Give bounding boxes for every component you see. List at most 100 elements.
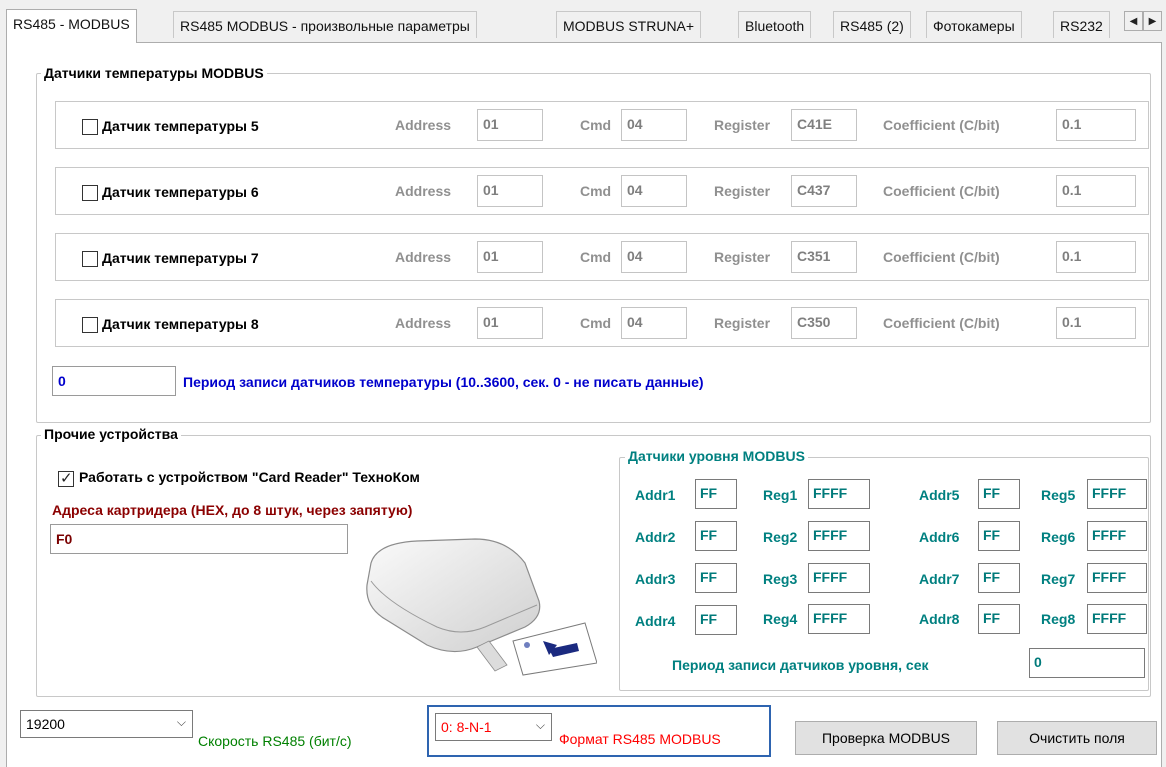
addr3-label: Addr3: [635, 571, 676, 587]
addr6-label: Addr6: [919, 529, 960, 545]
sensor-7-address-input[interactable]: 01: [477, 241, 543, 273]
cmd-label: Cmd: [580, 117, 612, 133]
reg5-input[interactable]: FFFF: [1087, 479, 1147, 509]
address-label: Address: [395, 315, 452, 331]
sensor-5-coefficient-input[interactable]: 0.1: [1056, 109, 1136, 141]
addr2-label: Addr2: [635, 529, 676, 545]
level-period-label: Период записи датчиков уровня, сек: [672, 657, 929, 673]
addr4-input[interactable]: FF: [695, 605, 737, 635]
reg6-label: Reg6: [1041, 529, 1076, 545]
addr8-input[interactable]: FF: [978, 604, 1020, 634]
sensor-8-checkbox[interactable]: [82, 317, 98, 333]
tab-content-panel: Датчики температуры MODBUS Датчик темпер…: [6, 42, 1162, 767]
rs485-format-select[interactable]: 0: 8-N-1 ⌵: [435, 713, 552, 741]
reg4-input[interactable]: FFFF: [808, 604, 870, 634]
address-label: Address: [395, 249, 452, 265]
card-address-input[interactable]: F0: [50, 524, 348, 554]
sensor-8-address-input[interactable]: 01: [477, 307, 543, 339]
coefficient-label: Coefficient (C/bit): [883, 249, 1000, 265]
sensor-6-coefficient-input[interactable]: 0.1: [1056, 175, 1136, 207]
sensor-7-label: Датчик температуры 7: [102, 250, 259, 266]
reg7-input[interactable]: FFFF: [1087, 563, 1147, 593]
tab-label: Bluetooth: [745, 18, 805, 34]
reg6-input[interactable]: FFFF: [1087, 521, 1147, 551]
cmd-label: Cmd: [580, 249, 612, 265]
card-reader-illustration: [366, 538, 597, 676]
tab-bar: RS485 - MODBUS RS485 MODBUS - произвольн…: [0, 0, 1166, 46]
addr1-input[interactable]: FF: [695, 479, 737, 509]
sensor-6-label: Датчик температуры 6: [102, 184, 259, 200]
tab-label: RS485 - MODBUS: [13, 16, 130, 32]
sensor-8-register-input[interactable]: C350: [791, 307, 857, 339]
tab-cameras[interactable]: Фотокамеры: [926, 11, 1022, 38]
addr5-label: Addr5: [919, 487, 960, 503]
tab-label: Фотокамеры: [933, 18, 1015, 34]
temperature-group-title: Датчики температуры MODBUS: [41, 65, 267, 81]
reg4-label: Reg4: [763, 611, 798, 627]
sensor-5-cmd-input[interactable]: 04: [621, 109, 687, 141]
check-modbus-button[interactable]: Проверка MODBUS: [795, 721, 977, 755]
reg1-input[interactable]: FFFF: [808, 479, 870, 509]
rs485-format-label: Формат RS485 MODBUS: [559, 731, 721, 747]
rs485-speed-value: 19200: [26, 716, 65, 732]
reg8-input[interactable]: FFFF: [1087, 604, 1147, 634]
coefficient-label: Coefficient (C/bit): [883, 183, 1000, 199]
clear-fields-button[interactable]: Очистить поля: [997, 721, 1157, 755]
rs485-speed-select[interactable]: 19200 ⌵: [20, 710, 193, 738]
addr5-input[interactable]: FF: [978, 479, 1020, 509]
temperature-period-input[interactable]: 0: [52, 366, 176, 396]
sensor-6-cmd-input[interactable]: 04: [621, 175, 687, 207]
card-address-label: Адреса картридера (HEX, до 8 штук, через…: [52, 502, 413, 518]
sensor-5-address-input[interactable]: 01: [477, 109, 543, 141]
register-label: Register: [714, 315, 771, 331]
sensor-5-checkbox[interactable]: [82, 119, 98, 135]
sensor-6-checkbox[interactable]: [82, 185, 98, 201]
tab-bluetooth[interactable]: Bluetooth: [738, 11, 812, 38]
reg8-label: Reg8: [1041, 611, 1076, 627]
coefficient-label: Coefficient (C/bit): [883, 315, 1000, 331]
rs485-speed-label: Скорость RS485 (бит/с): [198, 733, 352, 749]
reg3-input[interactable]: FFFF: [808, 563, 870, 593]
tab-rs485-custom-params[interactable]: RS485 MODBUS - произвольные параметры: [173, 11, 477, 38]
addr6-input[interactable]: FF: [978, 521, 1020, 551]
reg7-label: Reg7: [1041, 571, 1076, 587]
chevron-down-icon: ⌵: [535, 718, 545, 732]
sensor-8-coefficient-input[interactable]: 0.1: [1056, 307, 1136, 339]
sensor-row-7: Датчик температуры 7 Address 01 Cmd 04 R…: [55, 233, 1149, 281]
tab-rs485-2[interactable]: RS485 (2): [833, 11, 911, 38]
tab-rs232[interactable]: RS232: [1053, 11, 1110, 38]
card-reader-checkbox[interactable]: [58, 469, 74, 487]
addr7-input[interactable]: FF: [978, 563, 1020, 593]
sensor-7-checkbox[interactable]: [82, 251, 98, 267]
sensor-row-5: Датчик температуры 5 Address 01 Cmd 04 R…: [55, 101, 1149, 149]
sensor-5-register-input[interactable]: C41E: [791, 109, 857, 141]
addr4-label: Addr4: [635, 613, 676, 629]
other-devices-title: Прочие устройства: [41, 426, 181, 442]
arrow-left-icon[interactable]: ◀: [1124, 11, 1143, 31]
cmd-label: Cmd: [580, 315, 612, 331]
addr3-input[interactable]: FF: [695, 563, 737, 593]
reg5-label: Reg5: [1041, 487, 1076, 503]
sensor-7-cmd-input[interactable]: 04: [621, 241, 687, 273]
sensor-7-coefficient-input[interactable]: 0.1: [1056, 241, 1136, 273]
arrow-right-icon[interactable]: ▶: [1143, 11, 1162, 31]
coefficient-label: Coefficient (C/bit): [883, 117, 1000, 133]
sensor-7-register-input[interactable]: C351: [791, 241, 857, 273]
reg3-label: Reg3: [763, 571, 798, 587]
tab-label: RS485 MODBUS - произвольные параметры: [180, 18, 470, 34]
level-group-title: Датчики уровня MODBUS: [625, 448, 808, 464]
tab-label: RS232: [1060, 18, 1103, 34]
tab-label: MODBUS STRUNA+: [563, 18, 695, 34]
sensor-6-address-input[interactable]: 01: [477, 175, 543, 207]
rs485-format-value: 0: 8-N-1: [441, 719, 492, 735]
level-period-input[interactable]: 0: [1029, 648, 1145, 678]
card-reader-label: Работать с устройством "Card Reader" Тех…: [79, 469, 420, 485]
tab-modbus-struna[interactable]: MODBUS STRUNA+: [556, 11, 702, 38]
register-label: Register: [714, 117, 771, 133]
reg2-input[interactable]: FFFF: [808, 521, 870, 551]
sensor-8-cmd-input[interactable]: 04: [621, 307, 687, 339]
addr2-input[interactable]: FF: [695, 521, 737, 551]
sensor-6-register-input[interactable]: C437: [791, 175, 857, 207]
tab-rs485-modbus[interactable]: RS485 - MODBUS: [6, 9, 137, 43]
sensor-5-label: Датчик температуры 5: [102, 118, 259, 134]
